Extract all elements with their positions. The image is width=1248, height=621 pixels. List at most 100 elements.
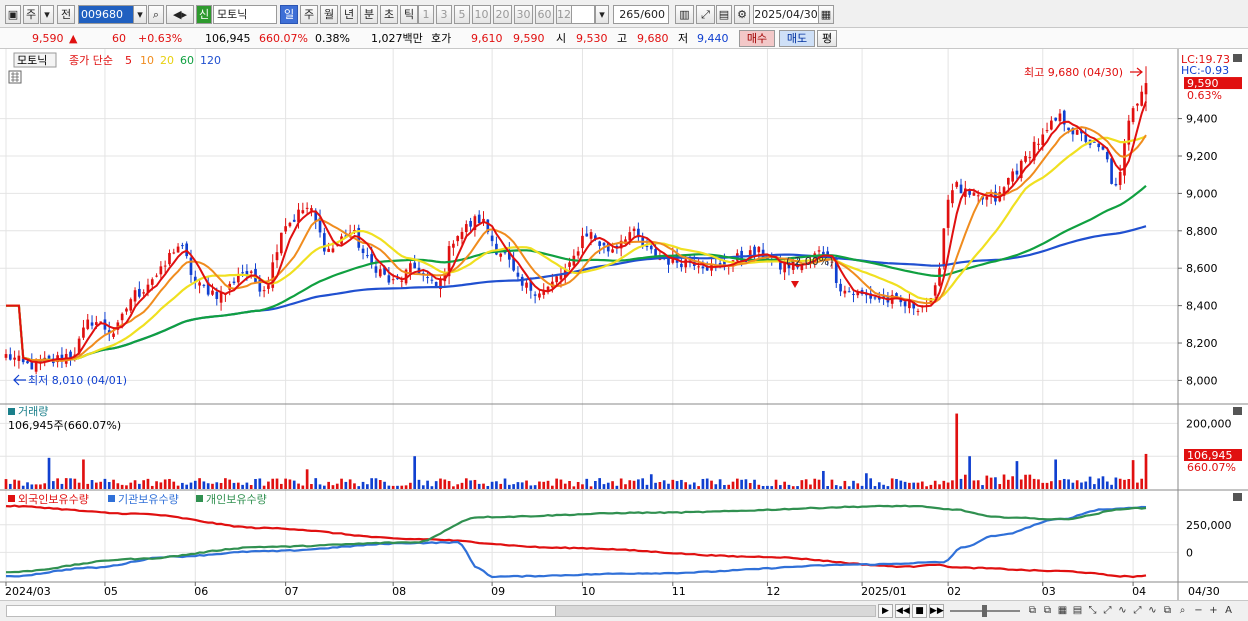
drawing-tool-icon-10[interactable]: ⧉ (1161, 604, 1174, 618)
zoom-out-icon[interactable]: − (1192, 604, 1205, 618)
volume-bar (852, 480, 855, 489)
volume-bar (430, 486, 434, 489)
volume-pane-close-icon[interactable] (1233, 407, 1242, 415)
drawing-tool-icon-8[interactable]: ⤢ (1131, 604, 1144, 618)
volume-bar (434, 481, 438, 489)
interval-button-4[interactable]: 20 (493, 5, 512, 24)
stock-chart[interactable]: 8,000 8,200 8,400 8,600 8,800 9,000 9,200 9,400… (0, 49, 1248, 600)
period-button-4[interactable]: 분 (360, 5, 378, 24)
mode-button[interactable]: 전 (57, 5, 75, 24)
interval-button-5[interactable]: 30 (514, 5, 533, 24)
price-pane-close-icon[interactable] (1233, 54, 1242, 62)
scrollbar-thumb[interactable] (555, 606, 875, 616)
volume-ratio: 660.07% (259, 32, 308, 45)
period-button-3[interactable]: 년 (340, 5, 358, 24)
zoom-in-icon[interactable]: + (1207, 604, 1220, 618)
volume-bar (744, 479, 748, 489)
date-field[interactable]: 2025/04/30 (753, 5, 819, 24)
indicator-icon[interactable]: ⤢ (696, 5, 715, 24)
interval-button-6[interactable]: 60 (535, 5, 554, 24)
legend-ma10[interactable]: 10 (140, 54, 154, 67)
volume-bar (77, 482, 81, 489)
institution-legend[interactable]: 기관보유수량 (118, 493, 179, 506)
volume-bar (839, 486, 842, 489)
volume-bar (323, 485, 326, 489)
save-icon[interactable]: ▤ (716, 5, 732, 24)
period-button-6[interactable]: 틱 (400, 5, 418, 24)
gear-icon[interactable]: ⚙ (734, 5, 750, 24)
period-button-1[interactable]: 주 (300, 5, 318, 24)
candle-body (602, 242, 606, 246)
stock-code-input[interactable]: 009680 (78, 5, 134, 24)
period-button-0[interactable]: 일 (280, 5, 298, 24)
new-stock-badge: 신 (196, 5, 212, 24)
sell-button[interactable]: 매도 (779, 30, 815, 47)
volume-bar (232, 482, 236, 489)
candle-body (585, 233, 589, 237)
volume-bar (989, 477, 993, 489)
calendar-icon[interactable]: ▦ (818, 5, 834, 24)
scroll-right-icon[interactable]: ▶ (878, 604, 893, 618)
search-icon[interactable]: ⌕ (148, 5, 164, 24)
stock-name-field[interactable]: 모토닉 (213, 5, 277, 24)
candle-type-icon[interactable]: ▥ (675, 5, 694, 24)
foreign-legend[interactable]: 외국인보유수량 (18, 493, 89, 506)
zoom-icon[interactable]: ⌕ (1176, 604, 1189, 618)
candle-body (469, 220, 472, 227)
type-select[interactable]: 주 (23, 5, 39, 24)
candle-body (645, 245, 649, 247)
drawing-tool-icon-6[interactable]: ⤢ (1101, 604, 1114, 618)
interval-custom-field[interactable] (571, 5, 595, 24)
horizontal-scrollbar[interactable] (6, 605, 876, 617)
volume-bar (284, 478, 287, 489)
interval-button-3[interactable]: 10 (472, 5, 491, 24)
candle-body (163, 265, 167, 267)
candle-body (1045, 130, 1049, 132)
fast-forward-icon[interactable]: ▶▶ (929, 604, 944, 618)
volume-bar (1097, 478, 1101, 489)
rewind-icon[interactable]: ◀◀ (895, 604, 910, 618)
volume-bar (576, 481, 580, 489)
interval-button-2[interactable]: 5 (454, 5, 470, 24)
period-button-2[interactable]: 월 (320, 5, 338, 24)
volume-bar (779, 485, 782, 489)
drawing-tool-icon-5[interactable]: ⤡ (1086, 604, 1099, 618)
volume-bar (378, 480, 382, 489)
drawing-tool-icon-2[interactable]: ⧉ (1041, 604, 1054, 618)
code-dropdown-icon[interactable]: ▾ (133, 5, 147, 24)
volume-bar (464, 478, 468, 489)
bar-count-field[interactable]: 265/600 (613, 5, 669, 24)
type-dropdown-icon[interactable]: ▾ (40, 5, 54, 24)
legend-ma60[interactable]: 60 (180, 54, 194, 67)
hoga-label: 호가 (431, 32, 452, 45)
stop-icon[interactable]: ■ (912, 604, 927, 618)
eval-button[interactable]: 평 (817, 30, 837, 47)
legend-ma120[interactable]: 120 (200, 54, 221, 67)
layout-icon[interactable]: ▣ (5, 5, 21, 24)
candle-body (985, 196, 989, 200)
interval-button-1[interactable]: 3 (436, 5, 452, 24)
legend-ma20[interactable]: 20 (160, 54, 174, 67)
speaker-icon[interactable]: ◀▸ (166, 5, 194, 24)
up-triangle-icon: ▲ (69, 32, 78, 45)
drawing-tool-icon-1[interactable]: ⧉ (1026, 604, 1039, 618)
volume-bar (34, 484, 38, 489)
zoom-slider-handle[interactable] (982, 605, 987, 617)
volume-bar (60, 483, 64, 489)
individual-legend[interactable]: 개인보유수량 (206, 493, 267, 506)
candle-body (112, 333, 115, 337)
holdings-pane-close-icon[interactable] (1233, 493, 1242, 501)
interval-button-0[interactable]: 1 (418, 5, 434, 24)
drawing-tool-icon-3[interactable]: ▦ (1056, 604, 1069, 618)
font-size-icon[interactable]: A (1222, 604, 1235, 618)
drawing-tool-icon-9[interactable]: ∿ (1146, 604, 1159, 618)
candle-body (142, 292, 145, 294)
volume-bar (495, 481, 498, 489)
period-button-5[interactable]: 초 (380, 5, 398, 24)
legend-ma5[interactable]: 5 (125, 54, 132, 67)
drawing-tool-icon-7[interactable]: ∿ (1116, 604, 1129, 618)
interval-dropdown-icon[interactable]: ▾ (595, 5, 609, 24)
volume-bar (236, 482, 240, 489)
drawing-tool-icon-4[interactable]: ▤ (1071, 604, 1084, 618)
buy-button[interactable]: 매수 (739, 30, 775, 47)
